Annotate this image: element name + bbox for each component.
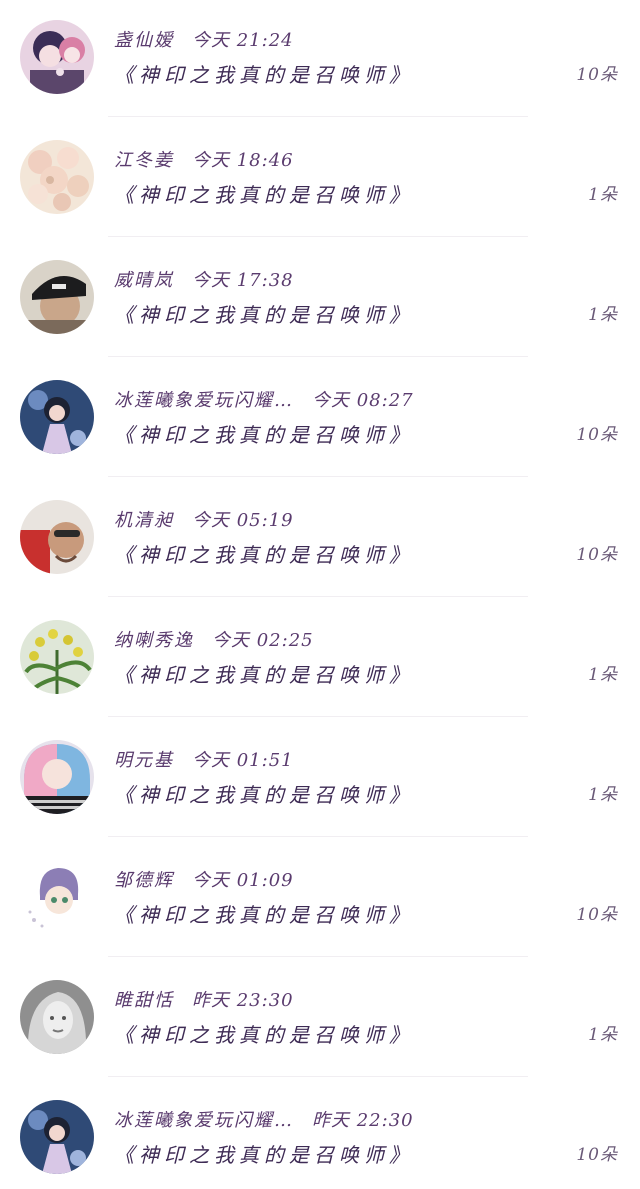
list-item[interactable]: 纳喇秀逸 今天 02:25 《神印之我真的是召唤师》 1朵: [0, 600, 640, 720]
record-header: 冰莲曦象爱玩闪耀… 昨天 22:30: [114, 1108, 414, 1134]
timestamp: 今天 05:19: [192, 510, 294, 531]
book-title: 《神印之我真的是召唤师》: [114, 63, 414, 87]
timestamp: 今天 01:51: [192, 750, 294, 771]
divider: [108, 236, 528, 237]
timestamp: 今天 21:24: [192, 30, 294, 51]
timestamp: 今天 18:46: [192, 150, 294, 171]
user-name[interactable]: 纳喇秀逸: [114, 630, 194, 651]
timestamp: 今天 01:09: [192, 870, 294, 891]
record-header: 睢甜恬 昨天 23:30: [114, 988, 294, 1014]
list-item[interactable]: 冰莲曦象爱玩闪耀… 昨天 22:30 《神印之我真的是召唤师》 10朵: [0, 1080, 640, 1189]
list-item[interactable]: 江冬姜 今天 18:46 《神印之我真的是召唤师》 1朵: [0, 120, 640, 240]
divider: [108, 956, 528, 957]
list-item[interactable]: 机清昶 今天 05:19 《神印之我真的是召唤师》 10朵: [0, 480, 640, 600]
book-title: 《神印之我真的是召唤师》: [114, 543, 414, 567]
gift-record-list: 盏仙嫒 今天 21:24 《神印之我真的是召唤师》 10朵 江冬姜 今天 18:46…: [0, 0, 640, 1189]
record-header: 纳喇秀逸 今天 02:25: [114, 628, 314, 654]
list-item[interactable]: 睢甜恬 昨天 23:30 《神印之我真的是召唤师》 1朵: [0, 960, 640, 1080]
record-header: 机清昶 今天 05:19: [114, 508, 294, 534]
avatar[interactable]: [20, 1100, 94, 1174]
avatar[interactable]: [20, 260, 94, 334]
record-header: 江冬姜 今天 18:46: [114, 148, 294, 174]
book-title: 《神印之我真的是召唤师》: [114, 663, 414, 687]
timestamp: 昨天 23:30: [192, 990, 294, 1011]
user-name[interactable]: 冰莲曦象爱玩闪耀…: [114, 1110, 294, 1131]
divider: [108, 1076, 528, 1077]
user-name[interactable]: 机清昶: [114, 510, 174, 531]
avatar[interactable]: [20, 20, 94, 94]
flower-count: 1朵: [588, 785, 618, 805]
list-item[interactable]: 威晴岚 今天 17:38 《神印之我真的是召唤师》 1朵: [0, 240, 640, 360]
flower-count: 1朵: [588, 665, 618, 685]
divider: [108, 476, 528, 477]
divider: [108, 116, 528, 117]
divider: [108, 356, 528, 357]
avatar[interactable]: [20, 620, 94, 694]
avatar[interactable]: [20, 380, 94, 454]
user-name[interactable]: 邹德辉: [114, 870, 174, 891]
timestamp: 今天 02:25: [212, 630, 314, 651]
book-title: 《神印之我真的是召唤师》: [114, 183, 414, 207]
record-header: 盏仙嫒 今天 21:24: [114, 28, 294, 54]
flower-count: 10朵: [576, 1145, 618, 1165]
flower-count: 10朵: [576, 545, 618, 565]
avatar[interactable]: [20, 500, 94, 574]
avatar[interactable]: [20, 740, 94, 814]
timestamp: 今天 08:27: [312, 390, 414, 411]
avatar[interactable]: [20, 140, 94, 214]
record-header: 邹德辉 今天 01:09: [114, 868, 294, 894]
record-header: 明元基 今天 01:51: [114, 748, 294, 774]
book-title: 《神印之我真的是召唤师》: [114, 903, 414, 927]
flower-count: 10朵: [576, 65, 618, 85]
list-item[interactable]: 明元基 今天 01:51 《神印之我真的是召唤师》 1朵: [0, 720, 640, 840]
divider: [108, 716, 528, 717]
timestamp: 昨天 22:30: [312, 1110, 414, 1131]
record-header: 冰莲曦象爱玩闪耀… 今天 08:27: [114, 388, 414, 414]
book-title: 《神印之我真的是召唤师》: [114, 1143, 414, 1167]
book-title: 《神印之我真的是召唤师》: [114, 783, 414, 807]
book-title: 《神印之我真的是召唤师》: [114, 423, 414, 447]
list-item[interactable]: 邹德辉 今天 01:09 《神印之我真的是召唤师》 10朵: [0, 840, 640, 960]
avatar[interactable]: [20, 860, 94, 934]
flower-count: 1朵: [588, 185, 618, 205]
list-item[interactable]: 冰莲曦象爱玩闪耀… 今天 08:27 《神印之我真的是召唤师》 10朵: [0, 360, 640, 480]
flower-count: 1朵: [588, 305, 618, 325]
flower-count: 1朵: [588, 1025, 618, 1045]
divider: [108, 596, 528, 597]
record-header: 威晴岚 今天 17:38: [114, 268, 294, 294]
user-name[interactable]: 睢甜恬: [114, 990, 174, 1011]
book-title: 《神印之我真的是召唤师》: [114, 303, 414, 327]
user-name[interactable]: 冰莲曦象爱玩闪耀…: [114, 390, 294, 411]
book-title: 《神印之我真的是召唤师》: [114, 1023, 414, 1047]
user-name[interactable]: 盏仙嫒: [114, 30, 174, 51]
user-name[interactable]: 江冬姜: [114, 150, 174, 171]
flower-count: 10朵: [576, 905, 618, 925]
divider: [108, 836, 528, 837]
timestamp: 今天 17:38: [192, 270, 294, 291]
user-name[interactable]: 明元基: [114, 750, 174, 771]
flower-count: 10朵: [576, 425, 618, 445]
list-item[interactable]: 盏仙嫒 今天 21:24 《神印之我真的是召唤师》 10朵: [0, 0, 640, 120]
avatar[interactable]: [20, 980, 94, 1054]
user-name[interactable]: 威晴岚: [114, 270, 174, 291]
